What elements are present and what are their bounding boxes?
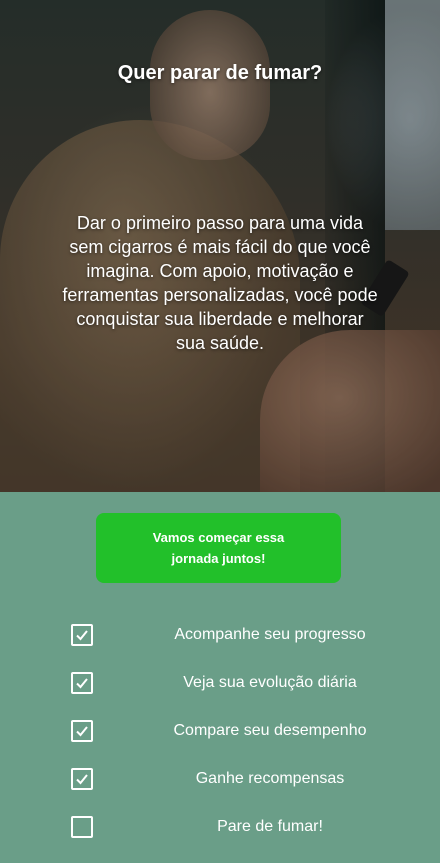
checked-checkbox-icon[interactable] xyxy=(71,624,93,646)
start-journey-button[interactable]: Vamos começar essa jornada juntos! xyxy=(96,513,341,583)
feature-item[interactable]: Ganhe recompensas xyxy=(0,754,440,802)
feature-label: Pare de fumar! xyxy=(217,818,323,835)
feature-item[interactable]: Veja sua evolução diária xyxy=(0,658,440,706)
feature-label: Compare seu desempenho xyxy=(173,722,367,739)
feature-label: Acompanhe seu progresso xyxy=(174,626,366,643)
feature-label: Ganhe recompensas xyxy=(195,770,345,787)
checked-checkbox-icon[interactable] xyxy=(71,672,93,694)
hero-description: Dar o primeiro passo para uma vida sem c… xyxy=(62,213,378,353)
feature-label: Veja sua evolução diária xyxy=(183,674,357,691)
start-journey-button-label: Vamos começar essa jornada juntos! xyxy=(152,530,285,566)
checked-checkbox-icon[interactable] xyxy=(71,768,93,790)
feature-item[interactable]: Acompanhe seu progresso xyxy=(0,610,440,658)
feature-checklist: Acompanhe seu progresso Veja sua evoluçã… xyxy=(0,610,440,850)
feature-item[interactable]: Pare de fumar! xyxy=(0,802,440,850)
feature-item[interactable]: Compare seu desempenho xyxy=(0,706,440,754)
page-title: Quer parar de fumar? xyxy=(117,62,323,84)
empty-checkbox-icon[interactable] xyxy=(71,816,93,838)
hero-section: Quer parar de fumar? Dar o primeiro pass… xyxy=(0,0,440,492)
checked-checkbox-icon[interactable] xyxy=(71,720,93,742)
